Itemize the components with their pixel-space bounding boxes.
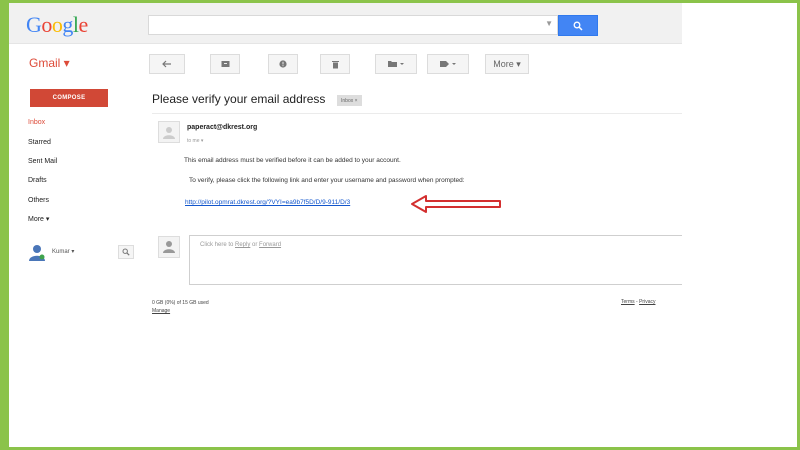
person-icon bbox=[163, 127, 175, 139]
delete-button[interactable] bbox=[320, 54, 350, 74]
reply-or: or bbox=[250, 242, 260, 248]
logo-letter: o bbox=[51, 12, 63, 37]
footer-links: Terms - Privacy bbox=[621, 299, 655, 305]
sidebar-item-others[interactable]: Others bbox=[28, 197, 49, 204]
sidebar-item-sent-mail[interactable]: Sent Mail bbox=[28, 158, 57, 165]
email-body-line: This email address must be verified befo… bbox=[184, 157, 401, 164]
search-options-icon[interactable]: ▼ bbox=[545, 19, 553, 28]
logo-letter: o bbox=[41, 12, 52, 37]
report-spam-icon bbox=[279, 60, 287, 68]
profile-name[interactable]: Kumar ▾ bbox=[52, 248, 74, 255]
reply-link[interactable]: Reply bbox=[235, 242, 250, 248]
email-subject: Please verify your email address bbox=[152, 92, 326, 106]
person-icon bbox=[163, 241, 175, 253]
archive-button[interactable] bbox=[210, 54, 240, 74]
logo-letter: g bbox=[62, 12, 73, 37]
sender-avatar bbox=[158, 121, 180, 143]
sidebar-item-more[interactable]: More ▾ bbox=[28, 215, 49, 223]
storage-usage: 0 GB (0%) of 15 GB used bbox=[152, 300, 209, 306]
reply-placeholder: Click here to Reply or Forward bbox=[200, 242, 281, 248]
manage-link[interactable]: Manage bbox=[152, 307, 209, 315]
reply-avatar bbox=[158, 236, 180, 258]
more-button-label: More ▾ bbox=[493, 58, 521, 69]
avatar-icon[interactable] bbox=[28, 243, 46, 261]
sender-email[interactable]: paperact@dkrest.org bbox=[187, 124, 257, 131]
back-button[interactable] bbox=[149, 54, 185, 74]
recipient-details[interactable]: to me ▾ bbox=[187, 138, 203, 144]
verification-link[interactable]: http://pilot.opmrat.dkrest.org/?VYI=ea9b… bbox=[185, 199, 350, 206]
top-header: Google ▼ bbox=[9, 3, 682, 44]
sidebar-item-starred[interactable]: Starred bbox=[28, 139, 51, 146]
arrow-annotation-icon bbox=[411, 195, 501, 213]
search-icon bbox=[122, 248, 130, 256]
gmail-menu[interactable]: Gmail ▾ bbox=[29, 56, 70, 70]
compose-button[interactable]: COMPOSE bbox=[30, 89, 108, 107]
search-input[interactable]: ▼ bbox=[148, 15, 558, 35]
search-button[interactable] bbox=[558, 15, 598, 36]
sidebar-item-drafts[interactable]: Drafts bbox=[28, 177, 47, 184]
logo-letter: G bbox=[26, 12, 42, 37]
divider bbox=[152, 113, 682, 114]
move-to-folder-icon bbox=[388, 61, 404, 67]
privacy-link[interactable]: Privacy bbox=[639, 299, 655, 305]
labels-button[interactable] bbox=[427, 54, 469, 74]
terms-link[interactable]: Terms bbox=[621, 299, 635, 305]
move-to-button[interactable] bbox=[375, 54, 417, 74]
report-spam-button[interactable] bbox=[268, 54, 298, 74]
search-icon bbox=[573, 21, 583, 31]
labels-icon bbox=[440, 61, 456, 67]
reply-prefix: Click here to bbox=[200, 242, 236, 248]
inbox-label-badge[interactable]: Inbox × bbox=[337, 95, 362, 106]
logo-letter: e bbox=[78, 12, 89, 37]
storage-info: 0 GB (0%) of 15 GB used Manage bbox=[152, 299, 209, 315]
forward-link[interactable]: Forward bbox=[259, 242, 281, 248]
hangouts-search-button[interactable] bbox=[118, 245, 134, 259]
hangouts-profile: Kumar ▾ bbox=[28, 243, 138, 263]
delete-icon bbox=[331, 60, 339, 68]
more-button[interactable]: More ▾ bbox=[485, 54, 529, 74]
archive-icon bbox=[221, 61, 229, 67]
reply-box[interactable]: Click here to Reply or Forward bbox=[189, 235, 682, 285]
sidebar-item-inbox[interactable]: Inbox bbox=[28, 119, 45, 126]
back-icon bbox=[162, 60, 171, 68]
email-body-line: To verify, please click the following li… bbox=[189, 177, 465, 184]
google-logo[interactable]: Google bbox=[26, 12, 88, 38]
gmail-window: Google ▼ Gmail ▾ More ▾ COMPOSE Inbox St bbox=[9, 3, 682, 447]
